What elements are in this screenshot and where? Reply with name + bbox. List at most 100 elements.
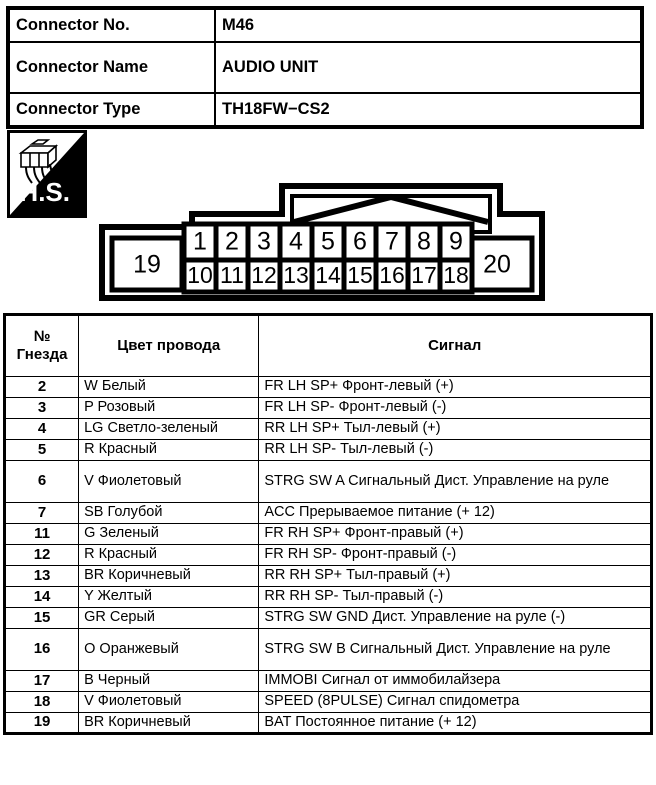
pin-label-6: 6 [353, 228, 367, 256]
cell-pin-no: 7 [3, 502, 80, 524]
table-row: 17 B Черный IMMOBI Сигнал от иммобилайзе… [3, 670, 652, 692]
table-row: 6 V Фиолетовый STRG SW A Сигнальный Дист… [3, 460, 652, 503]
cell-wire-color: LG Светло-зеленый [78, 418, 260, 440]
cell-wire-color: W Белый [78, 376, 260, 398]
connector-pinout-diagram: 19 20 1 2 3 4 5 6 7 8 9 10 11 12 13 14 1… [96, 172, 616, 304]
table-row: 2 W Белый FR LH SP+ Фронт-левый (+) [3, 376, 652, 398]
cell-wire-color: O Оранжевый [78, 628, 260, 671]
cell-pin-no: 19 [3, 712, 80, 734]
cell-pin-no: 16 [3, 628, 80, 671]
column-header-pin-no-line1: № [33, 327, 51, 345]
column-header-wire-color: Цвет провода [78, 314, 260, 377]
cell-pin-no: 11 [3, 523, 80, 545]
connector-info-row: Connector No. M46 [7, 7, 643, 43]
pin-label-4: 4 [289, 228, 303, 256]
pin-table-body: 2 W Белый FR LH SP+ Фронт-левый (+) 3 P … [3, 376, 652, 734]
table-row: 4 LG Светло-зеленый RR LH SP+ Тыл-левый … [3, 418, 652, 440]
connector-info-table: Connector No. M46 Connector Name AUDIO U… [6, 6, 644, 129]
cell-signal: RR RH SP+ Тыл-правый (+) [258, 565, 652, 587]
pin-label-2: 2 [225, 228, 239, 256]
table-row: 12 R Красный FR RH SP- Фронт-правый (-) [3, 544, 652, 566]
table-row: 5 R Красный RR LH SP- Тыл-левый (-) [3, 439, 652, 461]
table-row: 19 BR Коричневый BAT Постоянное питание … [3, 712, 652, 734]
pin-table-header-row: № Гнезда Цвет провода Сигнал [3, 314, 652, 377]
pin-assignment-table: № Гнезда Цвет провода Сигнал 2 W Белый F… [3, 313, 653, 735]
cell-signal: FR RH SP+ Фронт-правый (+) [258, 523, 652, 545]
connector-info-row: Connector Type TH18FW−CS2 [7, 92, 643, 128]
cell-wire-color: B Черный [78, 670, 260, 692]
cell-wire-color: BR Коричневый [78, 565, 260, 587]
table-row: 13 BR Коричневый RR RH SP+ Тыл-правый (+… [3, 565, 652, 587]
pin-label-20: 20 [483, 251, 511, 279]
cell-signal: RR LH SP- Тыл-левый (-) [258, 439, 652, 461]
pin-label-14: 14 [315, 262, 341, 288]
cell-wire-color: G Зеленый [78, 523, 260, 545]
connector-name-label: Connector Name [7, 41, 216, 94]
cell-signal: FR RH SP- Фронт-правый (-) [258, 544, 652, 566]
hs-badge-text: H.S. [19, 177, 70, 207]
pin-label-9: 9 [449, 228, 463, 256]
connector-info-body: Connector No. M46 Connector Name AUDIO U… [7, 7, 643, 128]
column-header-signal: Сигнал [258, 314, 652, 377]
cell-pin-no: 3 [3, 397, 80, 419]
hs-badge-graphic: H.S. [10, 133, 84, 215]
cell-signal: FR LH SP+ Фронт-левый (+) [258, 376, 652, 398]
cell-wire-color: BR Коричневый [78, 712, 260, 734]
connector-no-value: M46 [214, 7, 643, 43]
table-row: 16 O Оранжевый STRG SW B Сигнальный Дист… [3, 628, 652, 671]
connector-pinout-svg: 19 20 1 2 3 4 5 6 7 8 9 10 11 12 13 14 1… [99, 183, 545, 301]
cell-pin-no: 4 [3, 418, 80, 440]
pin-label-10: 10 [187, 262, 213, 288]
connector-no-label: Connector No. [7, 7, 216, 43]
pin-label-1: 1 [193, 228, 207, 256]
pin-label-17: 17 [411, 262, 437, 288]
pin-table-head: № Гнезда Цвет провода Сигнал [3, 314, 652, 377]
cell-pin-no: 6 [3, 460, 80, 503]
connector-info-row: Connector Name AUDIO UNIT [7, 41, 643, 94]
pin-label-5: 5 [321, 228, 335, 256]
pin-label-16: 16 [379, 262, 405, 288]
table-row: 14 Y Желтый RR RH SP- Тыл-правый (-) [3, 586, 652, 608]
pin-label-18: 18 [443, 262, 469, 288]
cell-signal: RR LH SP+ Тыл-левый (+) [258, 418, 652, 440]
cell-pin-no: 12 [3, 544, 80, 566]
pin-label-7: 7 [385, 228, 399, 256]
table-row: 3 P Розовый FR LH SP- Фронт-левый (-) [3, 397, 652, 419]
connector-top-row: 1 2 3 4 5 6 7 8 9 [181, 221, 475, 263]
cell-signal: BAT Постоянное питание (+ 12) [258, 712, 652, 734]
pin-label-15: 15 [347, 262, 373, 288]
cell-signal: FR LH SP- Фронт-левый (-) [258, 397, 652, 419]
cell-pin-no: 15 [3, 607, 80, 629]
cell-wire-color: V Фиолетовый [78, 460, 260, 503]
connector-bottom-row: 10 11 12 13 14 15 16 17 18 [181, 257, 475, 295]
cell-signal: STRG SW B Сигнальный Дист. Управление на… [258, 628, 652, 671]
cell-wire-color: SB Голубой [78, 502, 260, 524]
pin-label-11: 11 [220, 262, 244, 288]
pin-label-19: 19 [133, 251, 161, 279]
table-row: 15 GR Серый STRG SW GND Дист. Управление… [3, 607, 652, 629]
cell-signal: ACC Прерываемое питание (+ 12) [258, 502, 652, 524]
cell-pin-no: 14 [3, 586, 80, 608]
connector-type-value: TH18FW−CS2 [214, 92, 643, 128]
connector-name-value: AUDIO UNIT [214, 41, 643, 94]
pin-label-3: 3 [257, 228, 271, 256]
pin-label-12: 12 [251, 262, 277, 288]
cell-wire-color: V Фиолетовый [78, 691, 260, 713]
cell-pin-no: 18 [3, 691, 80, 713]
pin-label-13: 13 [283, 262, 309, 288]
cell-signal: SPEED (8PULSE) Сигнал спидометра [258, 691, 652, 713]
table-row: 11 G Зеленый FR RH SP+ Фронт-правый (+) [3, 523, 652, 545]
hs-badge: H.S. [7, 130, 87, 218]
cell-wire-color: R Красный [78, 544, 260, 566]
cell-signal: RR RH SP- Тыл-правый (-) [258, 586, 652, 608]
cell-pin-no: 13 [3, 565, 80, 587]
cell-wire-color: P Розовый [78, 397, 260, 419]
table-row: 7 SB Голубой ACC Прерываемое питание (+ … [3, 502, 652, 524]
cell-wire-color: Y Желтый [78, 586, 260, 608]
cell-signal: IMMOBI Сигнал от иммобилайзера [258, 670, 652, 692]
cell-wire-color: R Красный [78, 439, 260, 461]
cell-pin-no: 2 [3, 376, 80, 398]
column-header-pin-no-line2: Гнезда [16, 346, 68, 363]
column-header-pin-no: № Гнезда [3, 314, 80, 377]
table-row: 18 V Фиолетовый SPEED (8PULSE) Сигнал сп… [3, 691, 652, 713]
